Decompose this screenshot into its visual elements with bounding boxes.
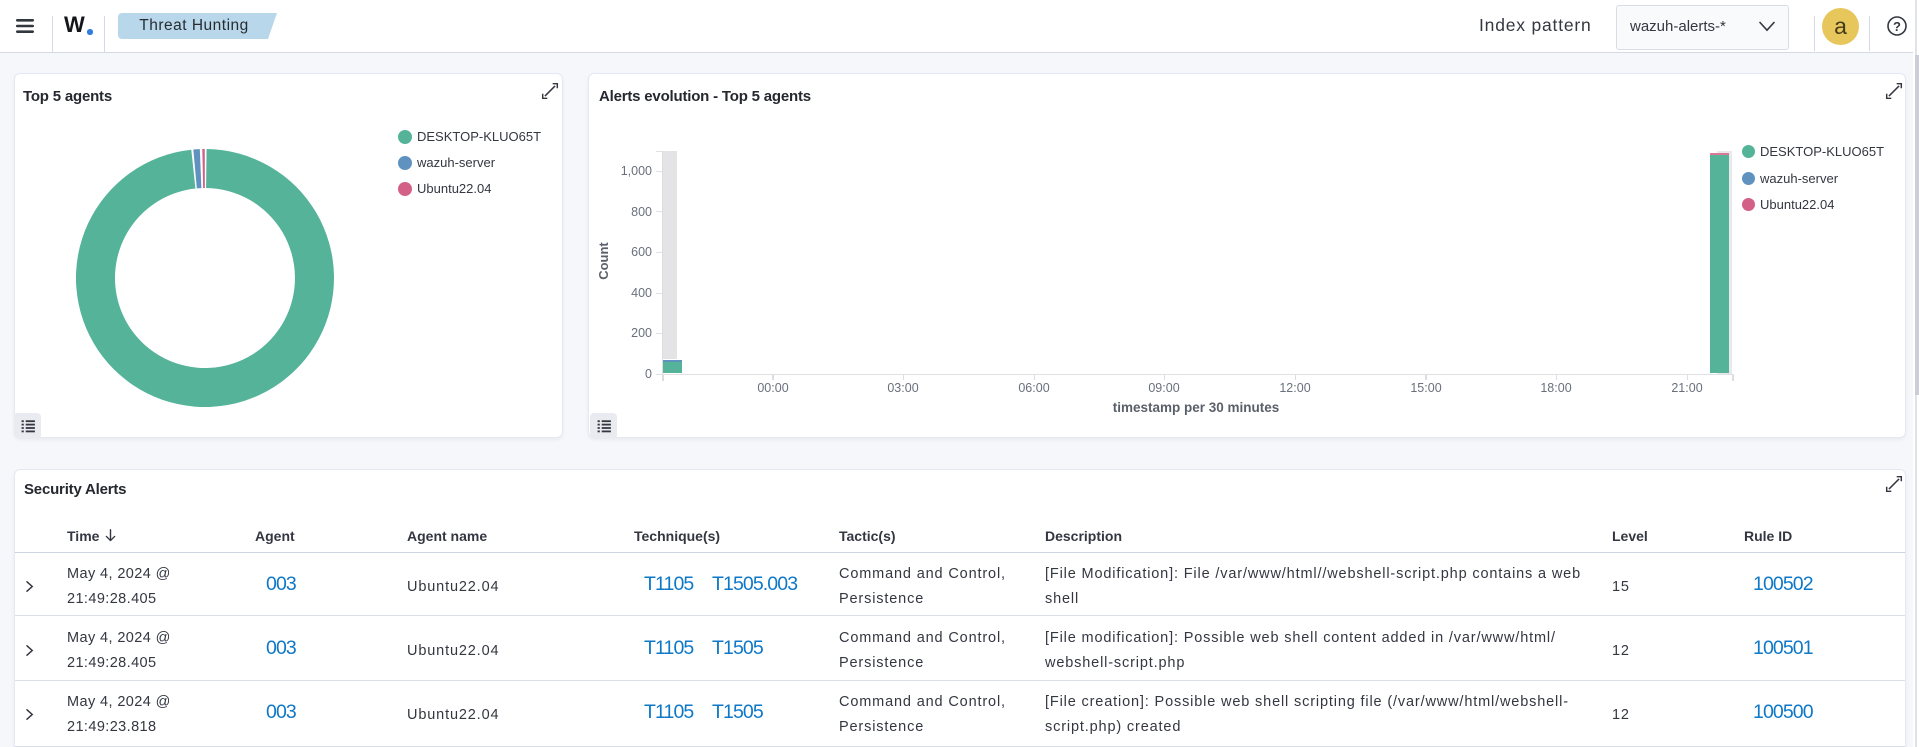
svg-text:?: ? xyxy=(1893,19,1901,34)
